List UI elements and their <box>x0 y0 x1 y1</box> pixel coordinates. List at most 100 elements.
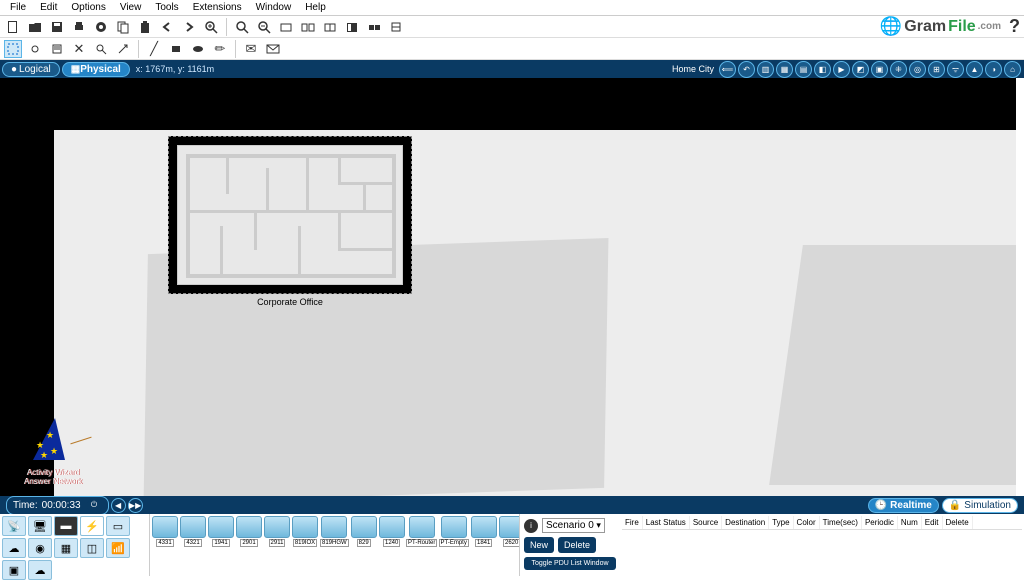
cat-connections-icon[interactable]: ⚡ <box>80 516 104 536</box>
device-1941[interactable]: 1941 <box>208 516 234 552</box>
device-1240[interactable]: 1240 <box>379 516 405 552</box>
physical-view-button[interactable]: ▦ Physical <box>62 62 130 77</box>
col-type[interactable]: Type <box>769 516 793 529</box>
move-tool-icon[interactable] <box>26 40 44 58</box>
corporate-office-building[interactable]: Corporate Office <box>168 136 412 307</box>
freeform-tool-icon[interactable]: ✏ <box>211 40 229 58</box>
nav-tool8-icon[interactable]: ⁜ <box>890 61 907 78</box>
col-delete[interactable]: Delete <box>943 516 973 529</box>
menu-edit[interactable]: Edit <box>34 1 63 14</box>
zoom-reset-icon[interactable] <box>233 18 251 36</box>
nav-grid-icon[interactable]: ⊞ <box>928 61 945 78</box>
activity-wizard-icon[interactable]: ★ ★ ★ ★ Activity Wizard Answer Network <box>18 418 88 486</box>
scenario-info-icon[interactable]: i <box>524 519 538 533</box>
nav-home-icon[interactable]: ⌂ <box>1004 61 1021 78</box>
menu-help[interactable]: Help <box>299 1 332 14</box>
nav-tool3-icon[interactable]: ▤ <box>795 61 812 78</box>
nav-tool1-icon[interactable]: ▥ <box>757 61 774 78</box>
physical-canvas[interactable]: Corporate Office ★ ★ ★ ★ Activity Wizard… <box>0 78 1024 496</box>
col-fire[interactable]: Fire <box>622 516 643 529</box>
menu-extensions[interactable]: Extensions <box>187 1 248 14</box>
nav-tool9-icon[interactable]: ◎ <box>909 61 926 78</box>
scenario-select[interactable]: Scenario 0 ▾ <box>542 518 605 533</box>
delete-scenario-button[interactable]: Delete <box>558 537 596 553</box>
device-4321[interactable]: 4321 <box>180 516 206 552</box>
cat-components-icon[interactable]: ▬ <box>54 516 78 536</box>
palette4-icon[interactable] <box>343 18 361 36</box>
copy-icon[interactable] <box>114 18 132 36</box>
menu-file[interactable]: File <box>4 1 32 14</box>
simulation-mode-button[interactable]: 🔒 Simulation <box>942 498 1018 513</box>
nav-undo-icon[interactable]: ↶ <box>738 61 755 78</box>
realtime-mode-button[interactable]: 🕒 Realtime <box>868 498 939 513</box>
nav-tool6-icon[interactable]: ◩ <box>852 61 869 78</box>
step-forward-icon[interactable]: ▶▶ <box>128 498 143 513</box>
device-829[interactable]: 829 <box>351 516 377 552</box>
undo-icon[interactable] <box>158 18 176 36</box>
new-icon[interactable] <box>4 18 22 36</box>
complex-pdu-icon[interactable] <box>264 40 282 58</box>
cat-wan-icon[interactable]: ☁ <box>28 560 52 580</box>
device-2620[interactable]: 2620 <box>499 516 519 552</box>
menu-view[interactable]: View <box>114 1 148 14</box>
step-back-icon[interactable]: ◀ <box>111 498 126 513</box>
note-tool-icon[interactable] <box>48 40 66 58</box>
device-4331[interactable]: 4331 <box>152 516 178 552</box>
zoom-out-icon[interactable] <box>255 18 273 36</box>
power-icon[interactable]: ⏻ <box>87 498 102 513</box>
col-num[interactable]: Num <box>898 516 922 529</box>
col-edit[interactable]: Edit <box>922 516 943 529</box>
cat-switch-icon[interactable]: ▦ <box>54 538 78 558</box>
nav-env-icon[interactable]: ◑ <box>985 61 1002 78</box>
cat-network-icon[interactable]: 📡 <box>2 516 26 536</box>
toggle-pdu-button[interactable]: Toggle PDU List Window <box>524 557 616 570</box>
device-2911[interactable]: 2911 <box>264 516 290 552</box>
logical-view-button[interactable]: ●Logical <box>2 62 60 77</box>
col-last-status[interactable]: Last Status <box>643 516 690 529</box>
zoom-in-icon[interactable] <box>202 18 220 36</box>
nav-image-icon[interactable]: ▲ <box>966 61 983 78</box>
cat-misc-icon[interactable]: ▭ <box>106 516 130 536</box>
palette6-icon[interactable] <box>387 18 405 36</box>
open-icon[interactable] <box>26 18 44 36</box>
resize-tool-icon[interactable] <box>114 40 132 58</box>
cat-router-icon[interactable]: ◉ <box>28 538 52 558</box>
palette5-icon[interactable] <box>365 18 383 36</box>
cat-multiuser-icon[interactable]: ☁ <box>2 538 26 558</box>
palette1-icon[interactable] <box>277 18 295 36</box>
nav-tool5-icon[interactable]: ▶ <box>833 61 850 78</box>
col-destination[interactable]: Destination <box>722 516 769 529</box>
menu-options[interactable]: Options <box>65 1 111 14</box>
device-1841[interactable]: 1841 <box>471 516 497 552</box>
redo-icon[interactable] <box>180 18 198 36</box>
paste-icon[interactable] <box>136 18 154 36</box>
simple-pdu-icon[interactable]: ✉ <box>242 40 260 58</box>
help-icon[interactable]: ? <box>1009 16 1020 37</box>
select-tool-icon[interactable] <box>4 40 22 58</box>
device-2901[interactable]: 2901 <box>236 516 262 552</box>
vertical-scrollbar[interactable] <box>1016 78 1024 496</box>
rect-tool-icon[interactable] <box>167 40 185 58</box>
ellipse-tool-icon[interactable] <box>189 40 207 58</box>
nav-wifi-icon[interactable]: ᯤ <box>947 61 964 78</box>
nav-back-icon[interactable]: ⟸ <box>719 61 736 78</box>
delete-tool-icon[interactable]: ✕ <box>70 40 88 58</box>
col-color[interactable]: Color <box>794 516 820 529</box>
col-source[interactable]: Source <box>690 516 722 529</box>
save-icon[interactable] <box>48 18 66 36</box>
line-tool-icon[interactable]: ╱ <box>145 40 163 58</box>
wizard-icon[interactable] <box>92 18 110 36</box>
col-time[interactable]: Time(sec) <box>820 516 862 529</box>
nav-tool4-icon[interactable]: ◧ <box>814 61 831 78</box>
cat-hub-icon[interactable]: ◫ <box>80 538 104 558</box>
device-819hgw[interactable]: 819HGW <box>320 516 349 552</box>
menu-tools[interactable]: Tools <box>149 1 184 14</box>
new-scenario-button[interactable]: New <box>524 537 554 553</box>
palette2-icon[interactable] <box>299 18 317 36</box>
device-pt-router[interactable]: PT-Router <box>407 516 437 552</box>
menu-window[interactable]: Window <box>250 1 298 14</box>
nav-tool7-icon[interactable]: ▣ <box>871 61 888 78</box>
print-icon[interactable] <box>70 18 88 36</box>
cat-end-icon[interactable]: 🖥 <box>28 516 52 536</box>
device-pt-empty[interactable]: PT-Empty <box>439 516 469 552</box>
